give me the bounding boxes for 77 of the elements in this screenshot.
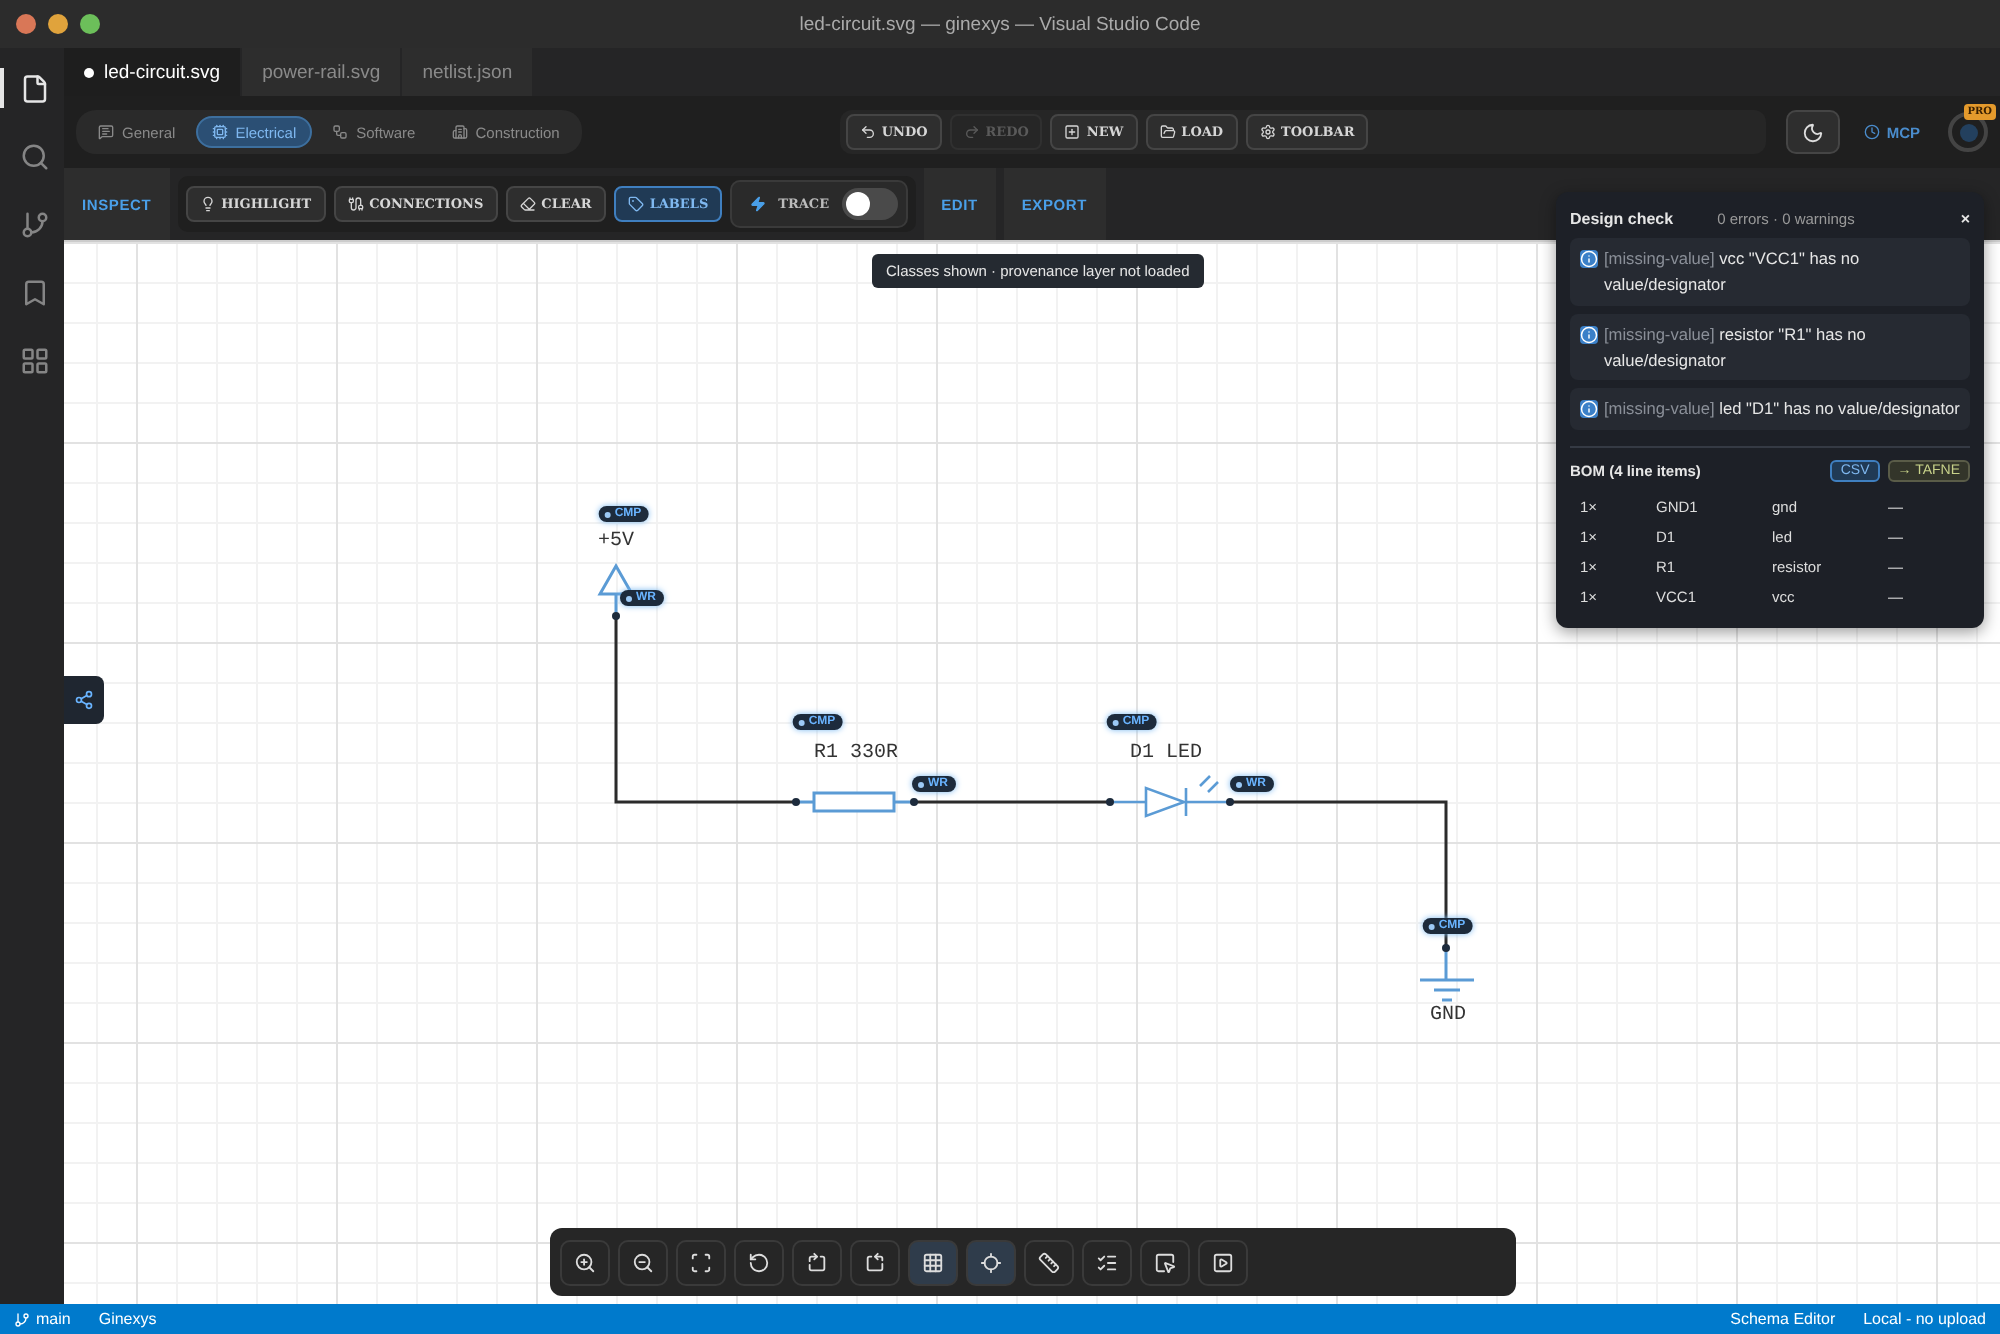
close-window-button[interactable] <box>16 14 36 34</box>
editor-tab[interactable]: led-circuit.svg <box>64 48 243 96</box>
tool-button[interactable] <box>908 1239 958 1285</box>
editor-tab[interactable]: power-rail.svg <box>242 48 403 96</box>
issue-text: [missing-value] vcc "VCC1" has no value/designator <box>1604 246 1862 298</box>
frame-icon <box>690 1251 712 1273</box>
checklist-icon <box>1096 1251 1118 1273</box>
search-icon <box>19 141 49 171</box>
plus-square-icon <box>1064 124 1081 140</box>
undo-icon <box>859 124 876 140</box>
zoom-in-icon <box>574 1251 596 1273</box>
editor-tab[interactable]: netlist.json <box>402 48 535 96</box>
rotate-square-icon <box>864 1251 886 1273</box>
info-icon <box>1580 400 1598 419</box>
grid-icon <box>922 1251 944 1273</box>
tool-button[interactable] <box>1024 1239 1074 1285</box>
moon-icon <box>1802 121 1825 143</box>
zoom-out-icon <box>632 1251 654 1273</box>
folder-icon <box>1159 124 1176 140</box>
tag-icon <box>627 196 644 212</box>
redo-icon <box>963 124 980 140</box>
tool-button[interactable] <box>1140 1239 1190 1285</box>
project-status[interactable]: Ginexys <box>98 1310 157 1328</box>
maximize-window-button[interactable] <box>80 14 100 34</box>
nodes-icon <box>74 690 94 710</box>
tool-button[interactable] <box>734 1239 784 1285</box>
cursor-square-icon <box>1154 1251 1176 1273</box>
tool-button[interactable] <box>560 1239 610 1285</box>
lightbulb-icon <box>199 196 216 212</box>
ruler-icon <box>1038 1251 1060 1273</box>
branch-icon <box>19 209 49 239</box>
cable-icon <box>347 196 364 212</box>
resistor-symbol <box>792 791 918 813</box>
tool-button[interactable] <box>1082 1239 1132 1285</box>
workflow-icon <box>332 124 349 140</box>
component-label: D1 LED <box>1130 743 1202 765</box>
play-square-icon <box>1212 1251 1234 1273</box>
info-icon <box>1580 325 1598 344</box>
file-icon <box>19 73 49 103</box>
info-icon <box>1580 250 1598 268</box>
tool-button[interactable] <box>966 1239 1016 1285</box>
component-label: +5V <box>598 531 634 553</box>
component-label: GND <box>1430 1005 1466 1027</box>
lightning-icon <box>750 196 767 212</box>
eraser-icon <box>519 196 536 212</box>
trace-toggle[interactable] <box>841 188 898 220</box>
ground-symbol <box>1418 944 1476 1002</box>
window-title: led-circuit.svg — ginexys — Visual Studio Code <box>799 13 1201 35</box>
led-symbol <box>1106 774 1234 818</box>
minimize-window-button[interactable] <box>48 14 68 34</box>
tool-button[interactable] <box>1198 1239 1248 1285</box>
close-button[interactable]: × <box>1960 209 1970 227</box>
bookmark-icon <box>19 277 49 307</box>
side-button[interactable] <box>64 676 104 724</box>
panel-title: Design check <box>1570 209 1674 227</box>
chip-icon <box>211 124 228 140</box>
tool-button[interactable] <box>792 1239 842 1285</box>
clock-icon <box>1864 124 1881 140</box>
tool-button[interactable] <box>676 1239 726 1285</box>
tool-button[interactable] <box>850 1239 900 1285</box>
component-label: R1 330R <box>814 743 898 765</box>
building-icon <box>451 124 468 140</box>
rotate-square-icon <box>806 1251 828 1273</box>
issue-text: [missing-value] resistor "R1" has no value/designator <box>1604 321 1868 373</box>
crosshair-icon <box>980 1251 1002 1273</box>
issue-text: [missing-value] led "D1" has no value/designator <box>1604 396 1960 423</box>
theme-button[interactable] <box>1786 110 1841 154</box>
chat-icon <box>98 124 114 140</box>
tool-button[interactable] <box>618 1239 668 1285</box>
settings-icon <box>1259 124 1276 140</box>
supply-symbol <box>597 564 634 620</box>
mode-status[interactable]: Schema Editor <box>1730 1310 1836 1328</box>
grid-icon <box>19 345 49 375</box>
branch-icon <box>14 1311 30 1327</box>
branch-status[interactable]: main <box>14 1310 71 1328</box>
sync-status[interactable]: Local - no upload <box>1863 1310 1986 1328</box>
rotate-icon <box>748 1251 770 1273</box>
